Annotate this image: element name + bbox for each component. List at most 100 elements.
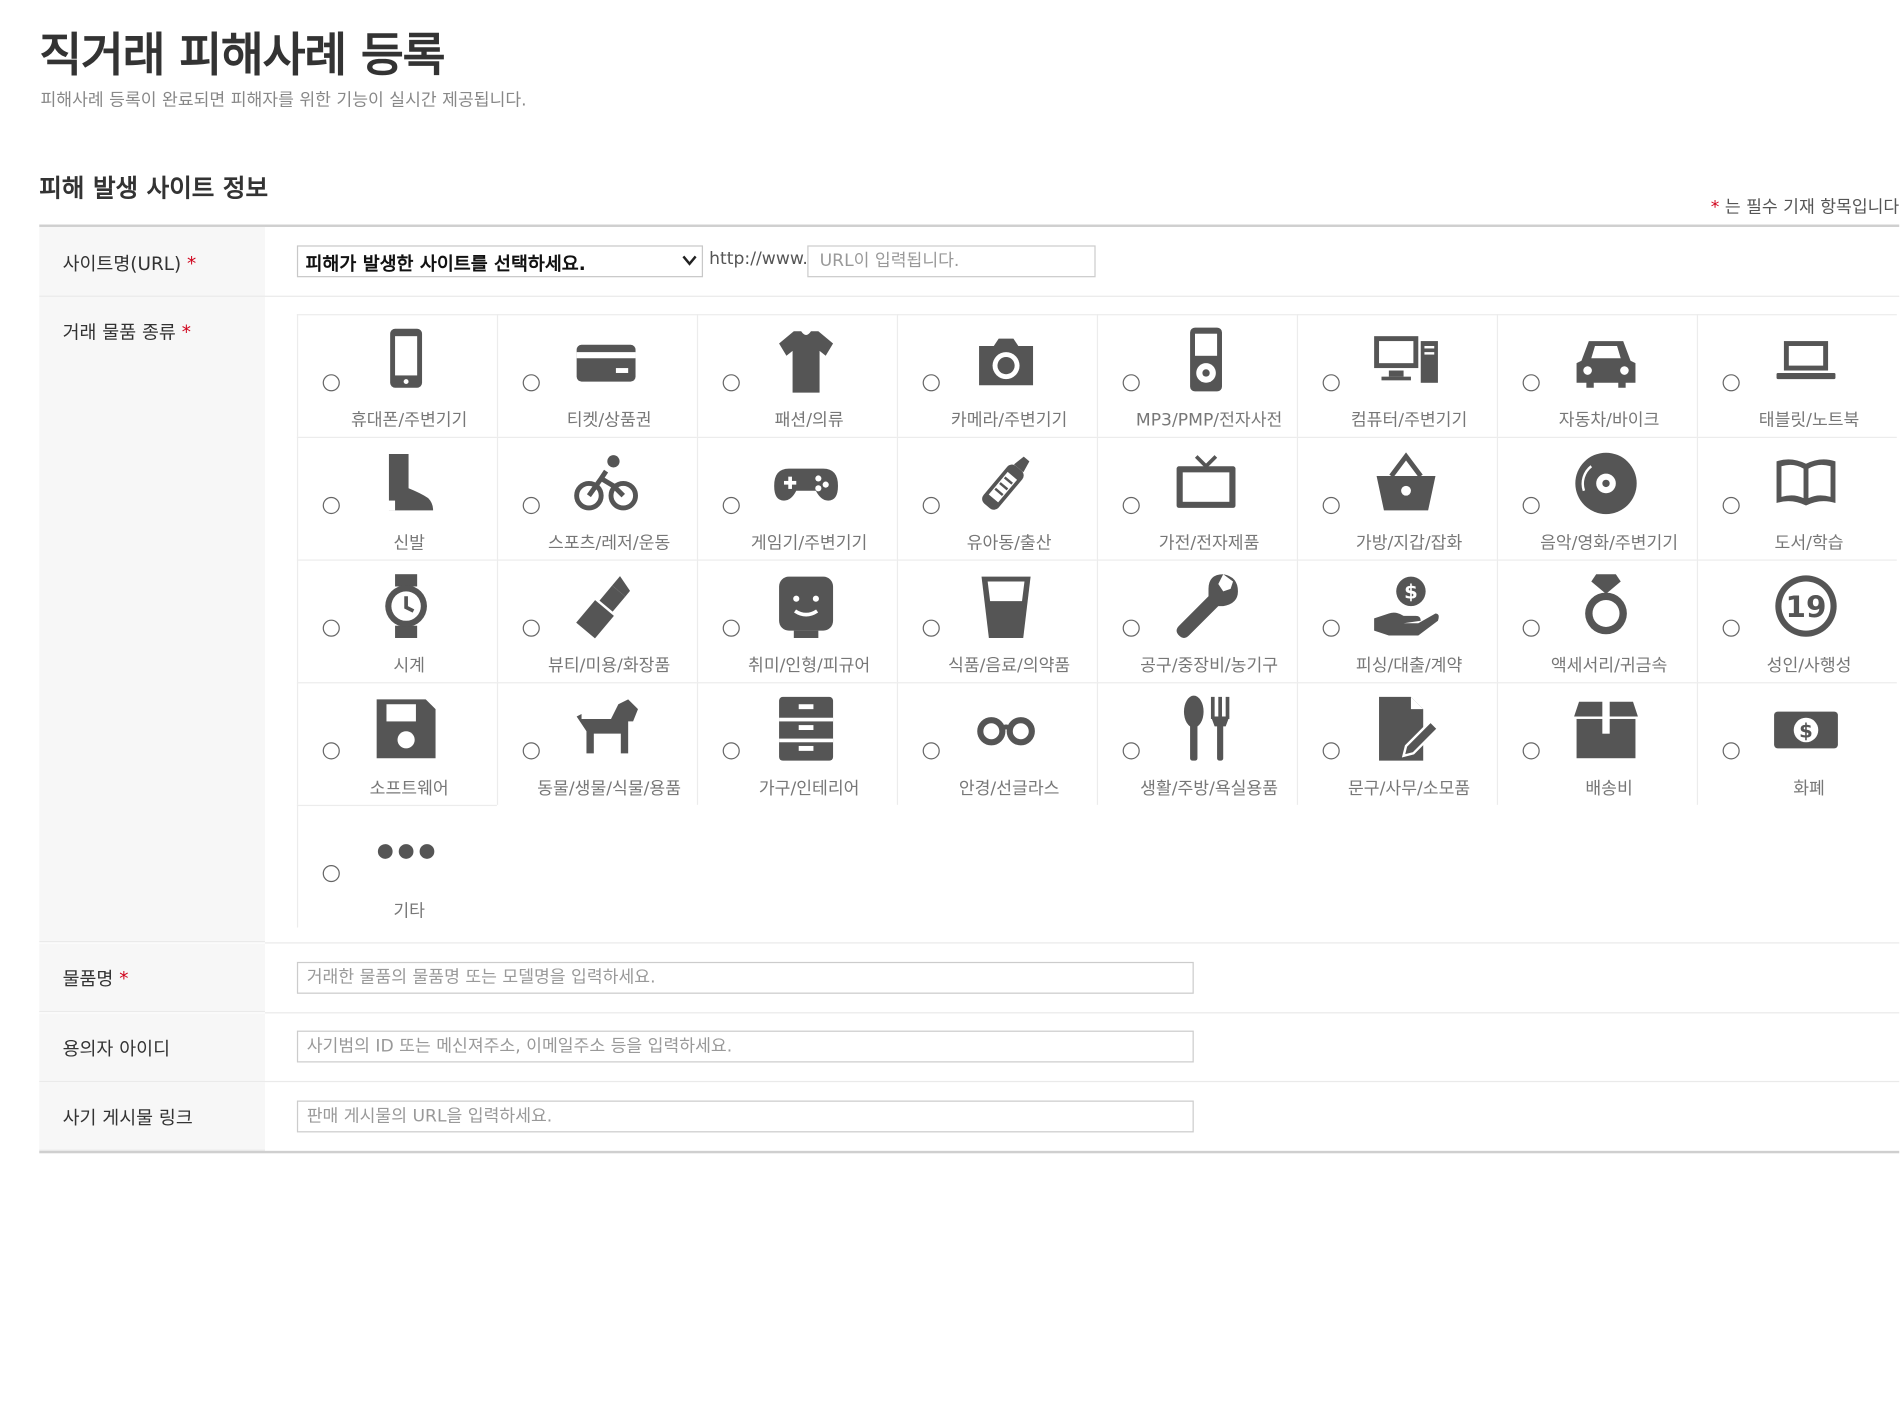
url-input[interactable]: URL이 입력됩니다. [807,245,1096,278]
category-radio[interactable] [1522,742,1540,760]
category-option[interactable]: 19 성인/사행성 [1696,559,1897,683]
category-radio[interactable] [1722,496,1740,515]
category-label-text: 가구/인테리어 [758,779,860,799]
category-option[interactable]: 동물/생물/식물/용품 [496,682,697,805]
category-option[interactable]: 자동차/바이크 [1496,314,1697,437]
category-radio[interactable] [1522,619,1540,637]
category-option[interactable]: 휴대폰/주변기기 [296,314,497,437]
category-label-text: 피싱/대출/계약 [1355,656,1463,677]
category-option[interactable]: 안경/선글라스 [896,682,1097,805]
glass-icon [969,569,1043,643]
watch-icon [369,569,443,643]
mp3-icon [1169,324,1243,398]
page-subtitle: 피해사례 등록이 완료되면 피해자를 위한 기능이 실시간 제공됩니다. [40,90,527,111]
category-radio[interactable] [522,374,540,392]
category-label-text: 동물/생물/식물/용품 [537,779,682,799]
laptop-icon [1769,324,1843,398]
category-label-text: 티켓/상품권 [566,411,652,431]
category-option[interactable]: $ 화폐 [1696,682,1897,805]
product-label-cell: 물품명 * [39,943,266,1013]
category-radio[interactable] [322,619,340,637]
category-radio[interactable] [922,374,940,392]
drawer-icon [769,692,843,766]
category-option[interactable]: 액세서리/귀금속 [1496,559,1697,683]
category-radio[interactable] [322,374,340,392]
category-option[interactable]: 공구/중장비/농기구 [1096,559,1297,683]
category-radio[interactable] [1322,496,1340,515]
category-radio[interactable] [922,496,940,515]
category-option[interactable]: 컴퓨터/주변기기 [1296,314,1497,437]
category-option[interactable]: 가방/지갑/잡화 [1296,436,1497,560]
category-option[interactable]: 배송비 [1496,682,1697,805]
category-option[interactable]: 소프트웨어 [296,682,497,805]
category-radio[interactable] [1522,374,1540,392]
category-option[interactable]: 취미/인형/피규어 [696,559,897,683]
boot-icon [369,447,443,521]
category-option[interactable]: 유아동/출산 [896,436,1097,560]
product-name-input[interactable]: 거래한 물품의 물품명 또는 모델명을 입력하세요. [296,961,1194,994]
category-radio[interactable] [522,742,540,760]
category-radio[interactable] [722,742,740,760]
category-radio[interactable] [322,864,340,883]
category-radio[interactable] [1722,374,1740,392]
category-option[interactable]: 뷰티/미용/화장품 [496,559,697,683]
category-option[interactable]: 게임기/주변기기 [696,436,897,560]
category-radio[interactable] [1722,619,1740,637]
category-label-text: 카메라/주변기기 [950,411,1068,431]
suspect-id-input[interactable]: 사기범의 ID 또는 메신져주소, 이메일주소 등을 입력하세요. [296,1030,1194,1063]
category-label-text: 화폐 [1793,779,1825,799]
computer-icon [1369,324,1443,398]
category-option[interactable]: 시계 [296,559,497,683]
category-radio[interactable] [1522,496,1540,515]
category-radio[interactable] [322,742,340,760]
category-label-text: 소프트웨어 [369,779,449,799]
category-option[interactable]: MP3/PMP/전자사전 [1096,314,1297,437]
category-option[interactable]: 생활/주방/욕실용품 [1096,682,1297,805]
row-divider [265,295,1900,297]
post-link-input[interactable]: 판매 게시물의 URL을 입력하세요. [296,1100,1194,1133]
category-option[interactable]: 신발 [296,436,497,560]
ticket-icon [569,324,643,398]
category-radio[interactable] [1122,619,1140,637]
category-radio[interactable] [922,619,940,637]
dog-icon [569,692,643,766]
post-link-label-cell: 사기 게시물 링크 [39,1082,266,1151]
category-radio[interactable] [1322,619,1340,637]
glasses-icon [969,692,1043,766]
category-radio[interactable] [1122,742,1140,760]
category-option[interactable]: 가구/인테리어 [696,682,897,805]
document-edit-icon [1369,692,1443,766]
category-option[interactable]: 태블릿/노트북 [1696,314,1897,437]
age-19-icon-text: 19 [1786,590,1827,624]
category-radio[interactable] [922,742,940,760]
category-radio[interactable] [1722,742,1740,760]
category-radio[interactable] [722,496,740,515]
url-prefix: http://www. [709,249,808,269]
category-radio[interactable] [1122,374,1140,392]
category-radio[interactable] [722,374,740,392]
category-radio[interactable] [722,619,740,637]
category-radio[interactable] [1322,742,1340,760]
category-option[interactable]: 카메라/주변기기 [896,314,1097,437]
category-option[interactable]: $ 피싱/대출/계약 [1296,559,1497,683]
category-option[interactable]: 식품/음료/의약품 [896,559,1097,683]
category-option[interactable]: 스포츠/레저/운동 [496,436,697,560]
category-option[interactable]: 음악/영화/주변기기 [1496,436,1697,560]
category-option[interactable]: 티켓/상품권 [496,314,697,437]
category-option[interactable]: 패션/의류 [696,314,897,437]
category-option[interactable]: 기타 [296,804,497,928]
category-radio[interactable] [1322,374,1340,392]
category-option[interactable]: 가전/전자제품 [1096,436,1297,560]
category-option[interactable]: 문구/사무/소모품 [1296,682,1497,805]
category-radio[interactable] [1122,496,1140,515]
category-radio[interactable] [522,496,540,515]
site-select[interactable]: 피해가 발생한 사이트를 선택하세요. [296,245,704,278]
book-icon [1769,447,1843,521]
category-label-text: 태블릿/노트북 [1758,411,1860,431]
category-label-text: 문구/사무/소모품 [1347,779,1471,799]
category-radio[interactable] [322,496,340,515]
category-label-text: 가전/전자제품 [1158,533,1260,554]
age-19-icon: 19 [1769,569,1843,643]
category-option[interactable]: 도서/학습 [1696,436,1897,560]
category-radio[interactable] [522,619,540,637]
